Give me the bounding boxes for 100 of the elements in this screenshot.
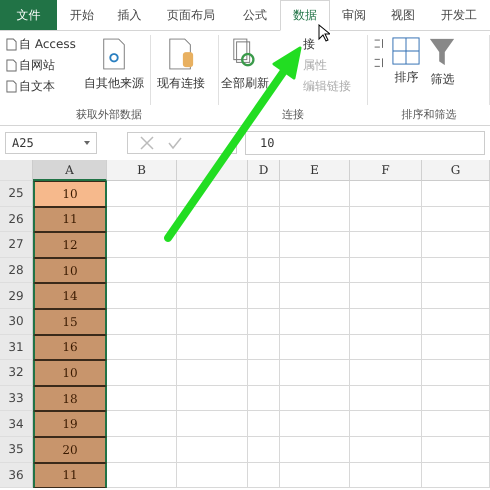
- table-cell: [248, 334, 280, 360]
- row-header[interactable]: 28: [0, 258, 33, 284]
- table-cell: [177, 232, 248, 258]
- table-cell: [422, 308, 490, 335]
- table-cell: [422, 411, 490, 437]
- table-cell: 16: [33, 334, 107, 360]
- document-icon: [6, 38, 17, 51]
- table-cell: [350, 283, 422, 309]
- column-header[interactable]: F: [350, 160, 422, 181]
- group-label: 连接: [281, 107, 305, 123]
- table-cell: 15: [33, 308, 107, 335]
- table-cell: [177, 411, 248, 437]
- table-cell: [177, 283, 248, 309]
- table-cell: [280, 283, 350, 309]
- table-cell: 10: [33, 360, 107, 386]
- name-box[interactable]: A25: [5, 132, 97, 154]
- column-header[interactable]: E: [280, 160, 350, 181]
- table-cell: [422, 386, 490, 412]
- ribbon-button[interactable]: 排序: [390, 35, 422, 88]
- column-header[interactable]: A: [33, 160, 107, 181]
- table-cell: [280, 206, 350, 232]
- table-cell: [248, 232, 280, 258]
- table-cell: [280, 334, 350, 360]
- table-cell: [422, 232, 490, 258]
- table-cell: [107, 206, 177, 232]
- table-cell: [107, 258, 177, 284]
- document-icon: [166, 37, 195, 71]
- ribbon-tab[interactable]: 开始: [57, 0, 107, 30]
- table-cell: [177, 334, 248, 360]
- table-cell: [422, 360, 490, 386]
- ribbon-button[interactable]: 自文本: [4, 77, 78, 96]
- table-cell: [350, 232, 422, 258]
- group-label: 排序和筛选: [400, 107, 458, 123]
- table-cell: [350, 258, 422, 284]
- column-header[interactable]: B: [107, 160, 177, 181]
- table-cell: [107, 308, 177, 335]
- row-header[interactable]: 36: [0, 462, 33, 488]
- ribbon-tab[interactable]: 页面布局: [152, 0, 230, 30]
- file-tab[interactable]: 文件: [0, 0, 57, 30]
- table-cell: [350, 411, 422, 437]
- column-header[interactable]: G: [422, 160, 490, 181]
- check-icon: [168, 136, 182, 150]
- table-cell: [350, 462, 422, 488]
- row-header[interactable]: 32: [0, 360, 33, 386]
- table-cell: [280, 411, 350, 437]
- table-cell: [177, 308, 248, 335]
- table-cell: [422, 334, 490, 360]
- cancel-icon: [140, 136, 154, 150]
- ribbon-tab[interactable]: 公式: [230, 0, 280, 30]
- table-cell: 12: [33, 232, 107, 258]
- table-cell: [107, 462, 177, 488]
- table-cell: 10: [33, 258, 107, 284]
- table-cell: [107, 232, 177, 258]
- table-cell: [422, 283, 490, 309]
- ribbon-tab[interactable]: 数据: [280, 0, 330, 31]
- table-cell: [107, 436, 177, 463]
- table-cell: [107, 411, 177, 437]
- ribbon-button[interactable]: 接: [301, 35, 354, 54]
- ribbon-tab[interactable]: 开发工: [428, 0, 490, 30]
- table-cell: [107, 386, 177, 412]
- ribbon-button[interactable]: 自其他来源: [82, 35, 146, 94]
- table-cell: [248, 386, 280, 412]
- row-header[interactable]: 26: [0, 206, 33, 232]
- ribbon-tab[interactable]: 视图: [378, 0, 428, 30]
- table-cell: [248, 436, 280, 463]
- column-header[interactable]: [177, 160, 248, 181]
- ribbon-tab[interactable]: 插入: [107, 0, 152, 30]
- row-header[interactable]: 33: [0, 386, 33, 412]
- table-cell: [107, 283, 177, 309]
- row-header[interactable]: 27: [0, 232, 33, 258]
- row-header[interactable]: 25: [0, 181, 33, 207]
- document-icon: [6, 80, 17, 93]
- row-header[interactable]: 35: [0, 436, 33, 463]
- table-cell: [422, 436, 490, 463]
- table-cell: 11: [33, 206, 107, 232]
- table-cell: [177, 462, 248, 488]
- table-cell: [177, 206, 248, 232]
- select-all-button[interactable]: [0, 160, 33, 181]
- ribbon-button[interactable]: 筛选: [426, 35, 458, 90]
- ribbon-button[interactable]: 自 Access: [4, 35, 78, 54]
- table-cell: [248, 181, 280, 207]
- row-header[interactable]: 30: [0, 308, 33, 335]
- table-cell: [280, 308, 350, 335]
- ribbon-button[interactable]: 现有连接: [154, 35, 207, 94]
- table-cell: [248, 308, 280, 335]
- table-cell: 10: [33, 181, 107, 207]
- row-header[interactable]: 29: [0, 283, 33, 309]
- row-header[interactable]: 34: [0, 411, 33, 437]
- table-cell: [422, 258, 490, 284]
- table-cell: [248, 462, 280, 488]
- table-cell: [280, 462, 350, 488]
- ribbon-button[interactable]: 自网站: [4, 56, 78, 75]
- row-header[interactable]: 31: [0, 334, 33, 360]
- ribbon-tab[interactable]: 审阅: [330, 0, 378, 30]
- table-cell: [107, 334, 177, 360]
- ribbon-button[interactable]: 全部刷新: [219, 35, 272, 94]
- table-cell: [177, 258, 248, 284]
- formula-field[interactable]: 10: [245, 131, 485, 155]
- column-header[interactable]: D: [248, 160, 280, 181]
- table-cell: [248, 283, 280, 309]
